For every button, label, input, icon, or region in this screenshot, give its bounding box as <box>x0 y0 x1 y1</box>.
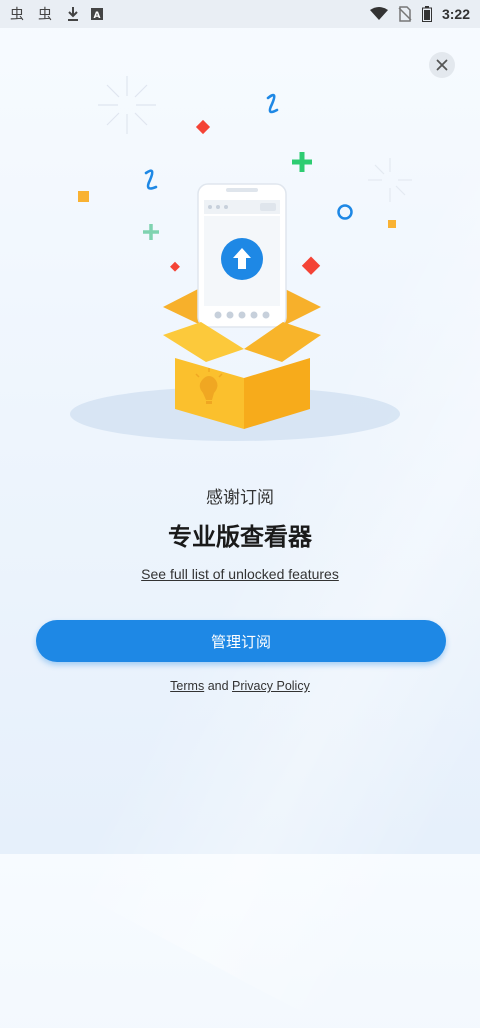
status-time: 3:22 <box>441 6 470 22</box>
gift-box-illustration <box>70 76 412 441</box>
bug-icon: 虫 <box>38 6 56 22</box>
svg-text:虫: 虫 <box>10 7 24 22</box>
notification-a-icon: A <box>90 7 104 21</box>
status-bar: 虫 虫 A 3:22 <box>0 0 480 28</box>
legal-links: Terms and Privacy Policy <box>0 679 480 693</box>
status-right-icons: 3:22 <box>369 6 470 22</box>
box-flap-front-right <box>244 322 321 362</box>
confetti-diamond-red <box>170 261 180 272</box>
confetti-ring-blue <box>337 204 353 220</box>
bug-icon: 虫 <box>10 6 28 22</box>
box-flap-front-left <box>163 322 244 362</box>
thanks-heading: 感谢订阅 <box>206 488 274 508</box>
battery-icon <box>421 6 432 22</box>
confetti-square-yellow <box>78 191 89 202</box>
svg-text:A: A <box>94 11 101 21</box>
status-left-icons: 虫 虫 A <box>10 6 104 22</box>
manage-subscription-button[interactable]: 管理订阅 <box>36 620 446 662</box>
legal-and-text: and <box>207 679 229 693</box>
terms-link[interactable]: Terms <box>170 679 204 693</box>
confetti-square-yellow <box>388 220 396 228</box>
no-sim-icon <box>398 6 412 22</box>
svg-text:虫: 虫 <box>38 7 52 22</box>
confetti-squiggle-blue <box>266 93 279 114</box>
download-icon <box>66 6 80 22</box>
unlocked-features-link[interactable]: See full list of unlocked features <box>0 566 480 582</box>
sparkle-right <box>368 158 412 202</box>
phone-illustration <box>197 183 287 328</box>
confetti-squiggle-blue <box>144 169 158 190</box>
plan-title: 专业版查看器 <box>168 523 312 551</box>
privacy-policy-link[interactable]: Privacy Policy <box>232 679 310 693</box>
sparkle-left <box>98 76 156 134</box>
wifi-icon <box>369 7 388 21</box>
confetti-plus-green <box>143 224 159 240</box>
confetti-diamond-red <box>195 119 211 135</box>
confetti-plus-green <box>292 152 312 172</box>
confetti-diamond-red <box>301 256 321 275</box>
